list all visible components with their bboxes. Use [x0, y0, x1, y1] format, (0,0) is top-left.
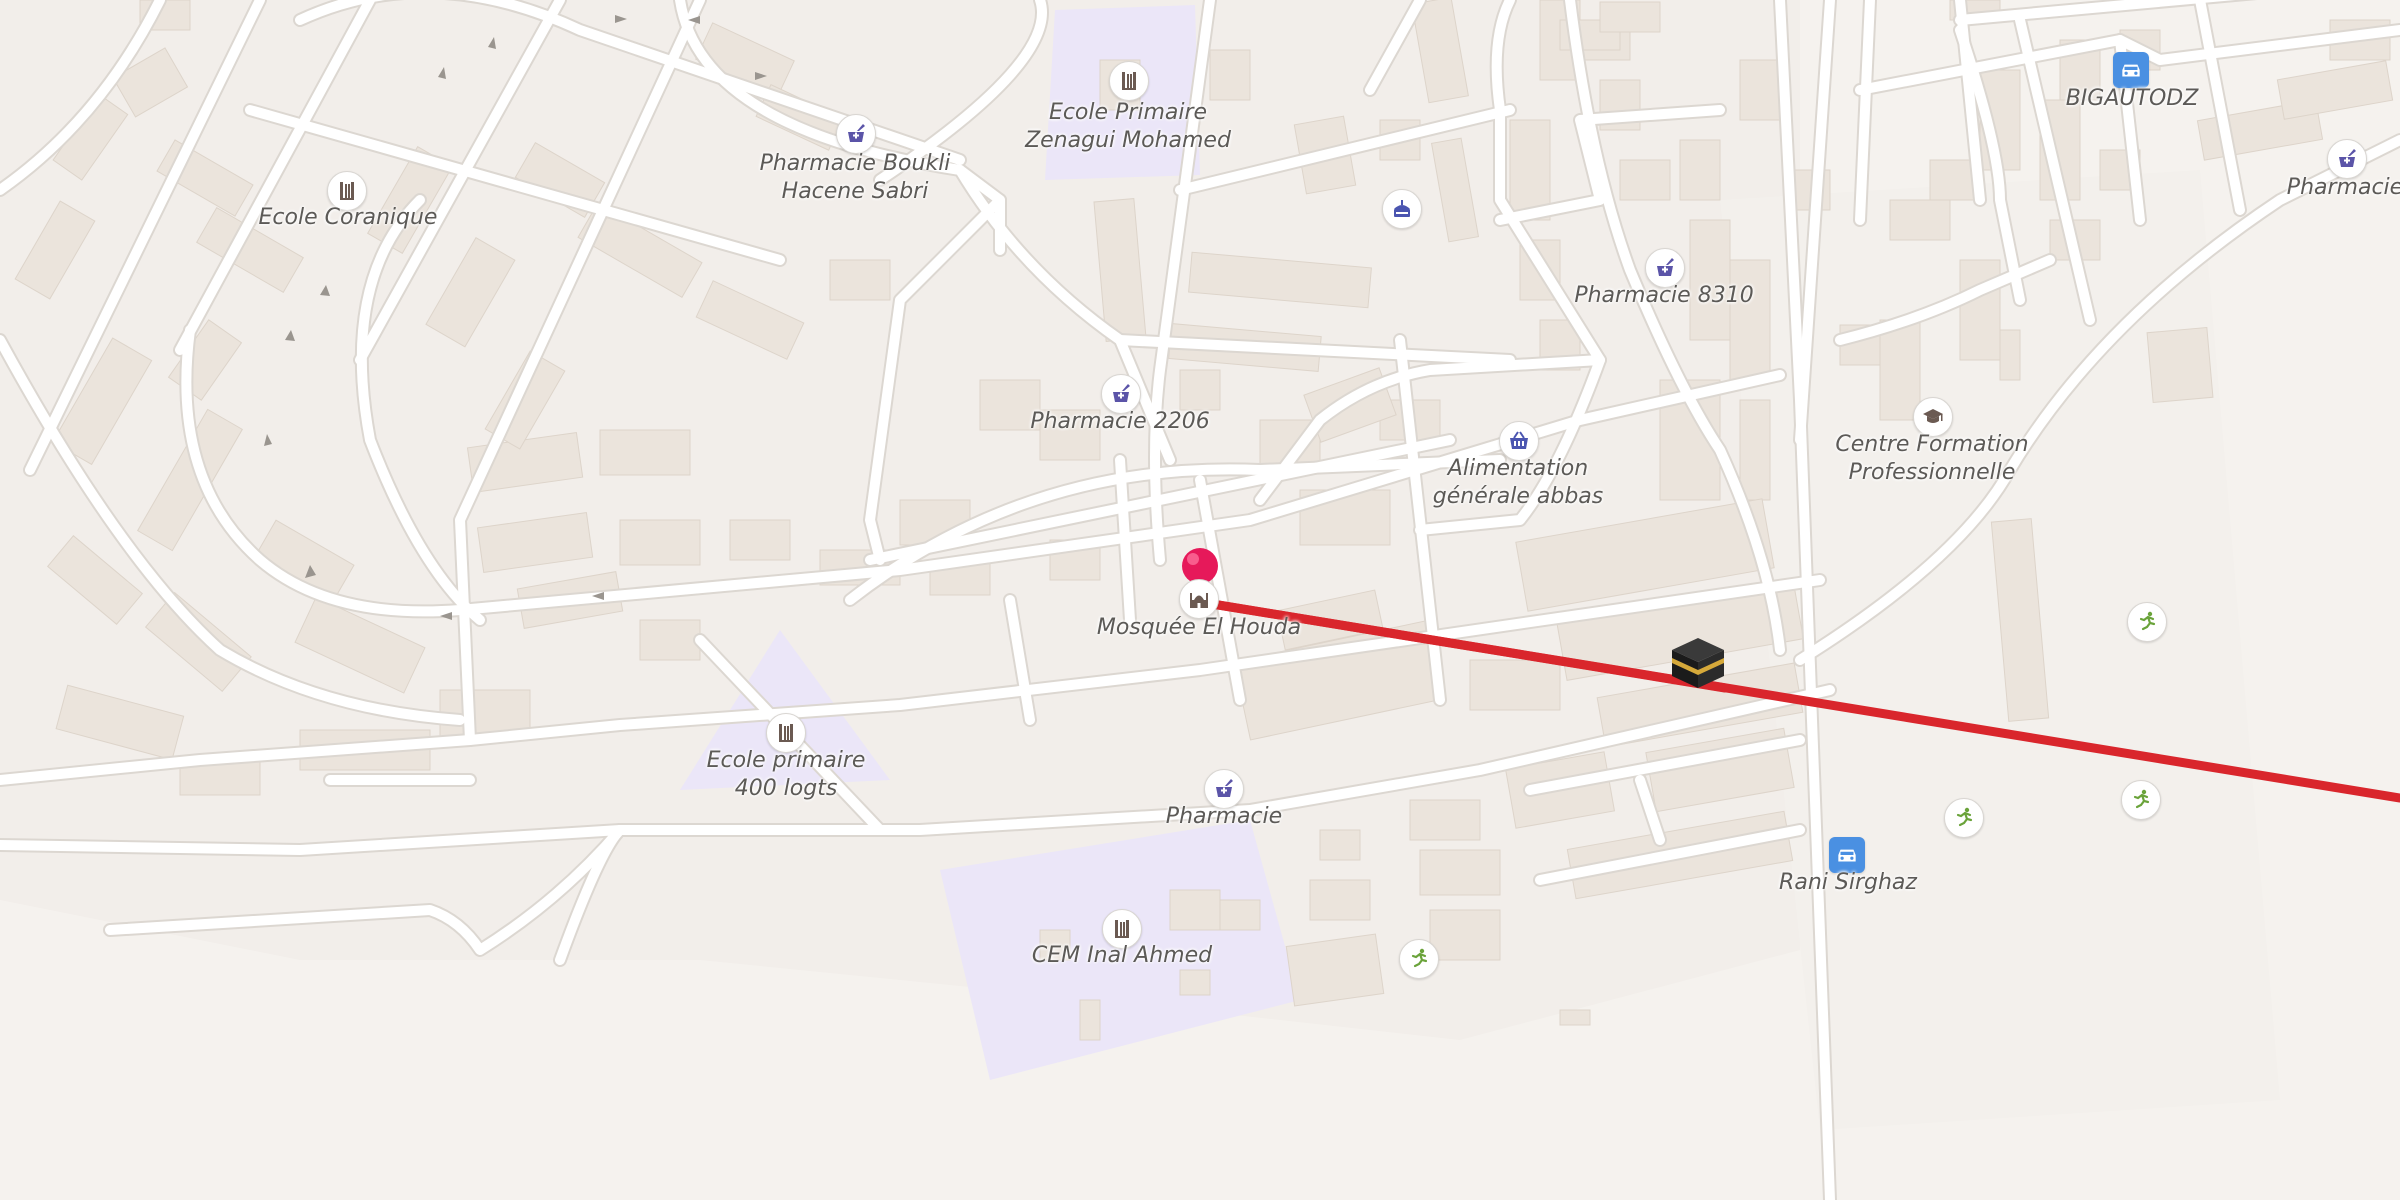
poi-label-pharmacie-top-right[interactable]: Pharmacie	[2287, 174, 2400, 202]
sport-running-icon[interactable]	[2121, 780, 2161, 820]
poi-label-ecole-primaire-400-logts[interactable]: Ecole primaire 400 logts	[707, 747, 866, 803]
poi-label-mosquee-el-houda[interactable]: Mosquée El Houda	[1097, 614, 1301, 642]
car-service-icon[interactable]	[2113, 52, 2149, 88]
pharmacy-icon[interactable]	[2327, 139, 2367, 179]
poi-label-centre-formation[interactable]: Centre Formation Professionnelle	[1835, 431, 2028, 487]
sport-running-icon[interactable]	[1944, 798, 1984, 838]
mosque-icon[interactable]	[1179, 579, 1219, 619]
car-service-icon[interactable]	[1829, 837, 1865, 873]
poi-label-rani-sirghaz[interactable]: Rani Sirghaz	[1779, 869, 1917, 897]
poi-label-ecole-primaire-zenagui[interactable]: Ecole Primaire Zenagui Mohamed	[1025, 99, 1231, 155]
poi-label-pharmacie-boukli[interactable]: Pharmacie Boukli Hacene Sabri	[760, 150, 951, 206]
map-view[interactable]: Ecole Coranique Pharmacie Boukli Hacene S…	[0, 0, 2400, 1200]
sport-running-icon[interactable]	[1399, 939, 1439, 979]
poi-label-pharmacie-south[interactable]: Pharmacie	[1166, 803, 1282, 831]
pharmacy-icon[interactable]	[836, 114, 876, 154]
poi-label-alimentation-generale-abbas[interactable]: Alimentation générale abbas	[1433, 455, 1604, 511]
cake-shop-icon[interactable]	[1382, 189, 1422, 229]
sport-running-icon[interactable]	[2127, 602, 2167, 642]
school-icon[interactable]	[1109, 61, 1149, 101]
poi-label-cem-inal-ahmed[interactable]: CEM Inal Ahmed	[1032, 942, 1212, 970]
poi-label-bigautodz[interactable]: BIGAUTODZ	[2066, 85, 2199, 113]
poi-label-pharmacie-2206[interactable]: Pharmacie 2206	[1030, 408, 1209, 436]
poi-label-pharmacie-8310[interactable]: Pharmacie 8310	[1574, 282, 1753, 310]
poi-label-ecole-coranique[interactable]: Ecole Coranique	[259, 204, 438, 232]
